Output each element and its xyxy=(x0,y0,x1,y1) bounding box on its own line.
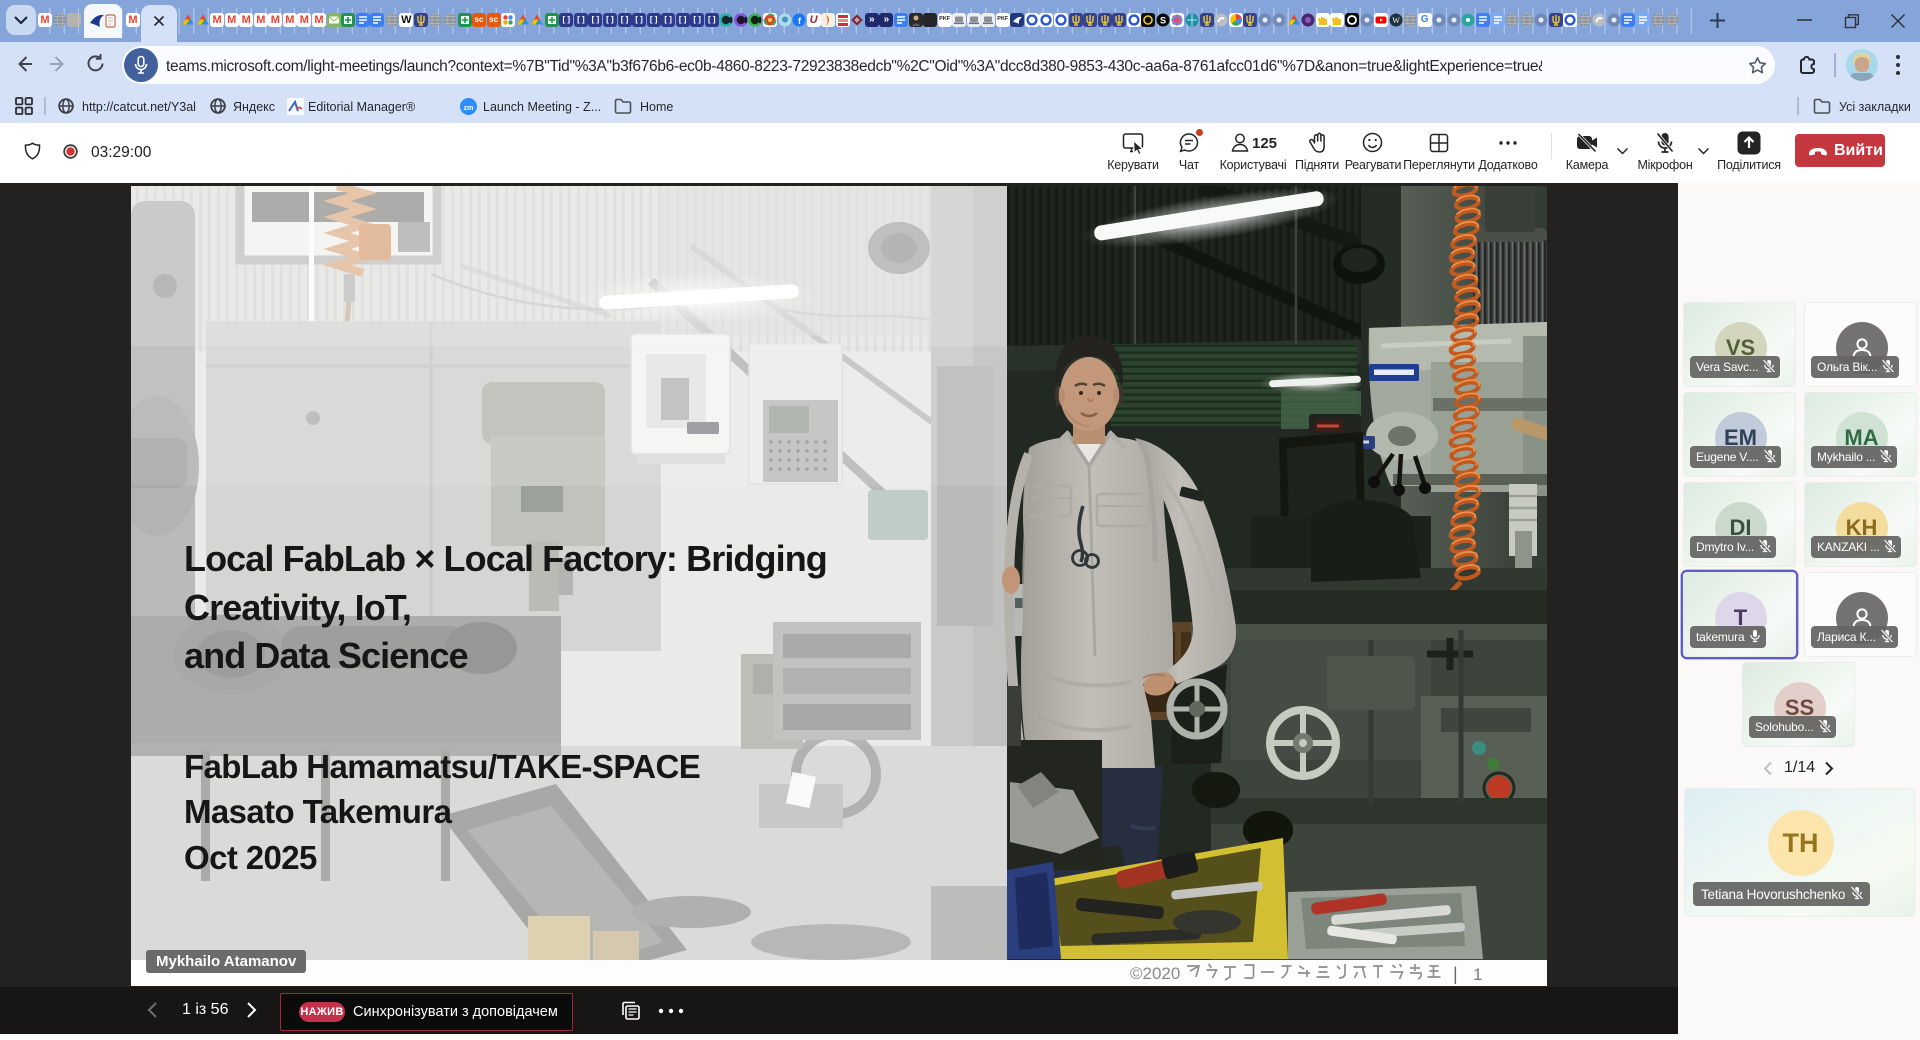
svg-text:|: | xyxy=(1453,964,1458,984)
svg-text:©2020: ©2020 xyxy=(1130,964,1180,983)
svg-text:W: W xyxy=(1392,16,1400,25)
svg-text:zm: zm xyxy=(464,105,474,112)
svg-text:S: S xyxy=(1160,16,1166,26)
svg-text:1: 1 xyxy=(1473,965,1482,984)
